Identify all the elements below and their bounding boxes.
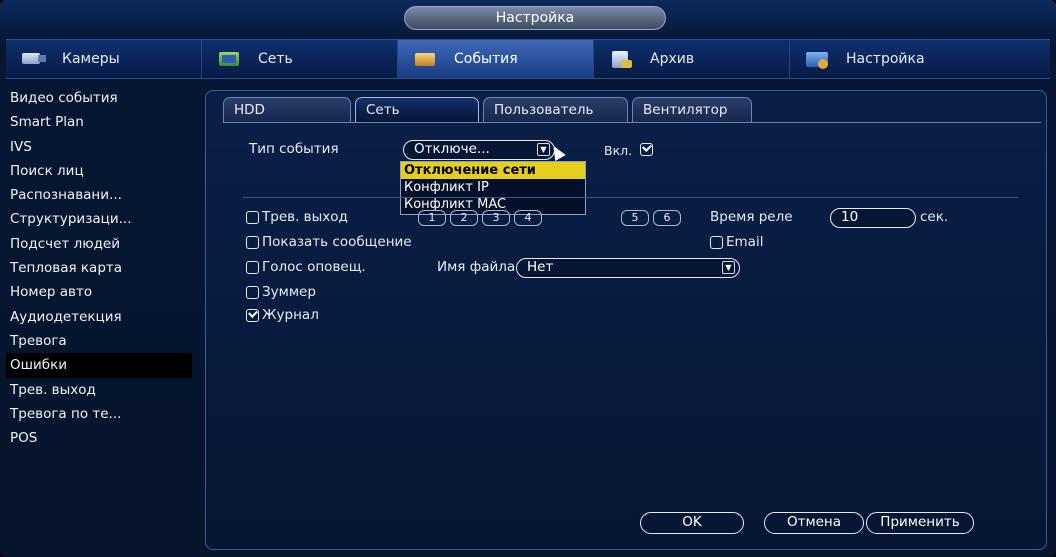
- sidebar-item-errors[interactable]: Ошибки: [6, 353, 192, 378]
- buzzer-checkbox[interactable]: [246, 286, 259, 299]
- relay-time-label: Время реле: [710, 209, 793, 225]
- subtab-network[interactable]: Сеть: [355, 97, 479, 123]
- file-name-select[interactable]: Нет ▼: [516, 258, 740, 278]
- alarm-out-channel-3[interactable]: 3: [482, 210, 510, 226]
- archive-icon: [608, 49, 636, 69]
- sidebar-item-smart-plan[interactable]: Smart Plan: [6, 110, 192, 134]
- event-type-label: Тип события: [249, 141, 339, 157]
- events-icon: [412, 49, 440, 69]
- relay-time-input[interactable]: 10: [830, 208, 916, 228]
- divider: [243, 197, 1018, 198]
- sidebar: Видео события Smart Plan IVS Поиск лиц Р…: [6, 86, 192, 551]
- option-ip-conflict[interactable]: Конфликт IP: [401, 179, 585, 196]
- tab-label: События: [454, 51, 518, 67]
- file-name-value: Нет: [527, 259, 554, 275]
- option-network-disconnect[interactable]: Отключение сети: [401, 162, 585, 179]
- subtab-underline: [223, 122, 1041, 123]
- event-type-select[interactable]: Отключе... ▼: [403, 140, 555, 160]
- chevron-down-icon[interactable]: ▼: [722, 261, 735, 274]
- ok-button[interactable]: OK: [640, 512, 744, 534]
- sidebar-item-people-count[interactable]: Подсчет людей: [6, 232, 192, 256]
- top-tab-bar: Камеры Сеть События Архив Настройка: [6, 39, 1050, 79]
- show-message-checkbox[interactable]: [246, 236, 259, 249]
- enable-label: Вкл.: [604, 143, 633, 158]
- alarm-out-channel-1[interactable]: 1: [418, 210, 446, 226]
- subtab-hdd[interactable]: HDD: [223, 97, 351, 123]
- voice-checkbox[interactable]: [246, 261, 259, 274]
- sidebar-item-recognition[interactable]: Распознавани...: [6, 183, 192, 207]
- enable-checkbox[interactable]: [640, 143, 653, 156]
- sidebar-item-heat-map[interactable]: Тепловая карта: [6, 256, 192, 280]
- email-label: Email: [726, 234, 764, 250]
- relay-time-unit: сек.: [920, 209, 949, 225]
- relay-time-value: 10: [841, 209, 859, 225]
- email-checkbox[interactable]: [710, 236, 723, 249]
- alarm-out-channel-4[interactable]: 4: [514, 210, 542, 226]
- log-checkbox[interactable]: [246, 309, 259, 322]
- tab-settings[interactable]: Настройка: [790, 40, 1046, 78]
- event-type-value: Отключе...: [414, 141, 490, 157]
- tab-archive[interactable]: Архив: [594, 40, 790, 78]
- buzzer-label: Зуммер: [262, 284, 316, 300]
- tab-label: Настройка: [846, 51, 925, 67]
- tab-events[interactable]: События: [398, 40, 594, 78]
- file-name-label: Имя файла: [437, 259, 516, 275]
- tab-label: Архив: [650, 51, 695, 67]
- alarm-out-label: Трев. выход: [262, 209, 348, 225]
- alarm-out-channel-5[interactable]: 5: [621, 210, 649, 226]
- tab-cameras[interactable]: Камеры: [6, 40, 202, 78]
- subtab-fan[interactable]: Вентилятор: [632, 97, 752, 123]
- window-title: Настройка: [404, 6, 666, 30]
- sidebar-item-alarm[interactable]: Тревога: [6, 329, 192, 353]
- alarm-out-channel-2[interactable]: 2: [450, 210, 478, 226]
- voice-label: Голос оповещ.: [262, 259, 366, 275]
- subtab-user[interactable]: Пользователь: [483, 97, 628, 123]
- sidebar-item-temp-alarm[interactable]: Тревога по те...: [6, 402, 192, 426]
- sidebar-item-alarm-out[interactable]: Трев. выход: [6, 378, 192, 402]
- sidebar-item-face-search[interactable]: Поиск лиц: [6, 159, 192, 183]
- tab-network[interactable]: Сеть: [202, 40, 398, 78]
- sidebar-item-plate-number[interactable]: Номер авто: [6, 280, 192, 304]
- sidebar-item-video-events[interactable]: Видео события: [6, 86, 192, 110]
- network-icon: [216, 49, 244, 69]
- camera-icon: [20, 49, 48, 69]
- apply-button[interactable]: Применить: [866, 512, 974, 534]
- show-message-label: Показать сообщение: [262, 234, 412, 250]
- alarm-out-checkbox[interactable]: [246, 211, 259, 224]
- sidebar-item-structurization[interactable]: Структуризаци...: [6, 207, 192, 231]
- content-panel: [205, 90, 1047, 550]
- alarm-out-channel-6[interactable]: 6: [653, 210, 681, 226]
- sub-tab-bar: HDD Сеть Пользователь Вентилятор: [223, 97, 752, 123]
- log-label: Журнал: [262, 307, 319, 323]
- settings-window: Настройка Камеры Сеть События Архив Наст…: [0, 0, 1056, 557]
- sidebar-item-audio-detection[interactable]: Аудиодетекция: [6, 305, 192, 329]
- tab-label: Камеры: [62, 51, 120, 67]
- sidebar-item-pos[interactable]: POS: [6, 426, 192, 450]
- settings-icon: [804, 49, 832, 69]
- cancel-button[interactable]: Отмена: [764, 512, 864, 534]
- tab-label: Сеть: [258, 51, 293, 67]
- event-type-dropdown: Отключение сети Конфликт IP Конфликт MAC: [400, 161, 586, 215]
- sidebar-item-ivs[interactable]: IVS: [6, 135, 192, 159]
